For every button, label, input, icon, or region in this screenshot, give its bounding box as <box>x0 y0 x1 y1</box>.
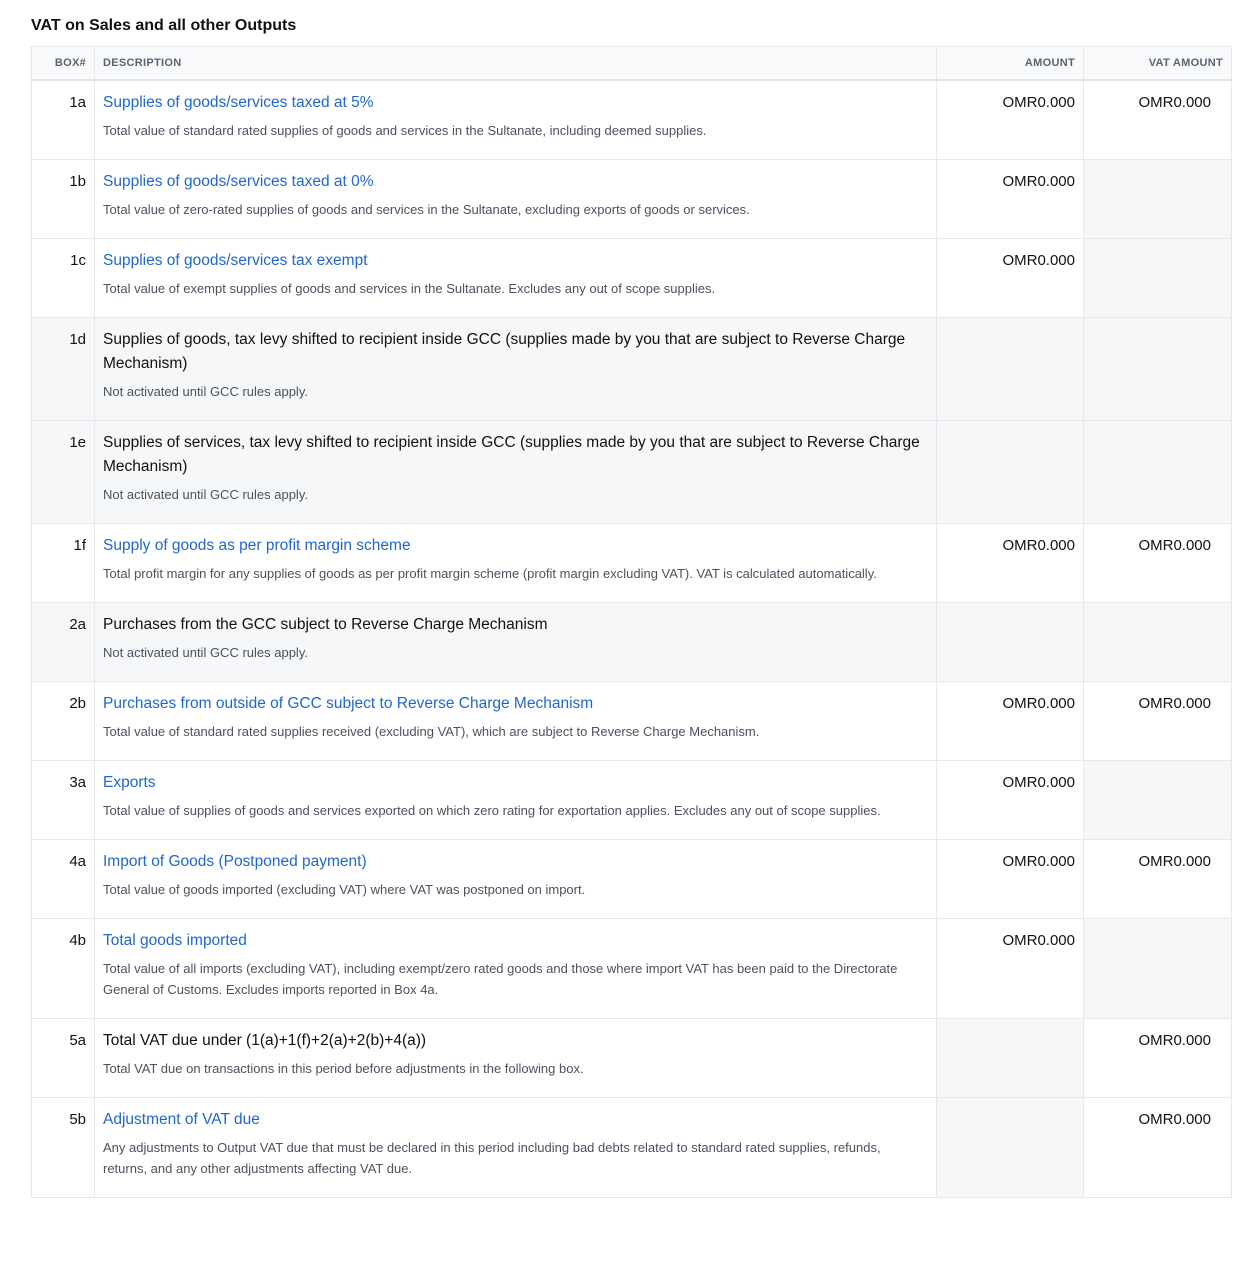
box-number: 1f <box>31 523 95 603</box>
box-help-text: Total value of supplies of goods and ser… <box>103 803 881 818</box>
amount-cell <box>936 1018 1084 1098</box>
description-cell: Purchases from the GCC subject to Revers… <box>94 602 937 682</box>
amount-cell <box>936 1097 1084 1198</box>
box-help-text: Not activated until GCC rules apply. <box>103 645 308 660</box>
box-drilldown-link[interactable]: Purchases from outside of GCC subject to… <box>103 692 928 716</box>
table-row: 3a Exports Total value of supplies of good… <box>31 760 1232 840</box>
table-header-row: BOX# DESCRIPTION AMOUNT VAT AMOUNT <box>31 46 1232 81</box>
vat-amount-cell: OMR0.000 <box>1083 1018 1232 1098</box>
amount-cell: OMR0.000 <box>936 681 1084 761</box>
box-drilldown-link[interactable]: Supplies of goods/services taxed at 5% <box>103 91 928 115</box>
box-number: 1a <box>31 79 95 160</box>
box-number: 4b <box>31 918 95 1019</box>
box-help-text: Total value of standard rated supplies r… <box>103 724 760 739</box>
column-header-vat-amount: VAT AMOUNT <box>1083 46 1232 81</box>
box-drilldown-link[interactable]: Adjustment of VAT due <box>103 1108 928 1132</box>
box-help-text: Total value of goods imported (excluding… <box>103 882 586 897</box>
amount-cell: OMR0.000 <box>936 760 1084 840</box>
vat-amount-cell <box>1083 159 1232 239</box>
amount-cell: OMR0.000 <box>936 918 1084 1019</box>
vat-amount-cell <box>1083 602 1232 682</box>
vat-amount-cell: OMR0.000 <box>1083 79 1232 160</box>
box-number: 2a <box>31 602 95 682</box>
box-number: 3a <box>31 760 95 840</box>
amount-cell: OMR0.000 <box>936 238 1084 318</box>
box-label: Purchases from the GCC subject to Revers… <box>103 616 548 633</box>
box-number: 2b <box>31 681 95 761</box>
description-cell: Total goods imported Total value of all i… <box>94 918 937 1019</box>
column-header-box: BOX# <box>31 46 95 81</box>
box-help-text: Total profit margin for any supplies of … <box>103 566 877 581</box>
box-label: Supplies of goods, tax levy shifted to r… <box>103 331 906 372</box>
table-row: 1b Supplies of goods/services taxed at 0%… <box>31 159 1232 239</box>
box-number: 1c <box>31 238 95 318</box>
box-help-text: Not activated until GCC rules apply. <box>103 384 308 399</box>
box-drilldown-link[interactable]: Supplies of goods/services taxed at 0% <box>103 170 928 194</box>
amount-cell <box>936 317 1084 421</box>
amount-cell: OMR0.000 <box>936 159 1084 239</box>
description-cell: Total VAT due under (1(a)+1(f)+2(a)+2(b)… <box>94 1018 937 1098</box>
box-help-text: Not activated until GCC rules apply. <box>103 487 308 502</box>
box-help-text: Total value of all imports (excluding VA… <box>103 961 898 997</box>
box-number: 4a <box>31 839 95 919</box>
box-number: 1b <box>31 159 95 239</box>
column-header-amount: AMOUNT <box>936 46 1084 81</box>
table-row: 4b Total goods imported Total value of all… <box>31 918 1232 1019</box>
description-cell: Supplies of services, tax levy shifted t… <box>94 420 937 524</box>
box-help-text: Total value of standard rated supplies o… <box>103 123 707 138</box>
vat-amount-cell <box>1083 918 1232 1019</box>
vat-amount-cell <box>1083 420 1232 524</box>
table-row: 1e Supplies of services, tax levy shifted… <box>31 420 1232 524</box>
table-row: 2a Purchases from the GCC subject to Reve… <box>31 602 1232 682</box>
section-title: VAT on Sales and all other Outputs <box>31 17 297 34</box>
table-row: 1f Supply of goods as per profit margin s… <box>31 523 1232 603</box>
amount-cell <box>936 602 1084 682</box>
box-drilldown-link[interactable]: Supply of goods as per profit margin sch… <box>103 534 928 558</box>
description-cell: Supplies of goods/services tax exempt Tot… <box>94 238 937 318</box>
vat-amount-cell <box>1083 238 1232 318</box>
amount-cell: OMR0.000 <box>936 79 1084 160</box>
vat-outputs-table: BOX# DESCRIPTION AMOUNT VAT AMOUNT 1a Sup… <box>31 46 1232 1198</box>
vat-amount-cell <box>1083 317 1232 421</box>
box-label: Total VAT due under (1(a)+1(f)+2(a)+2(b)… <box>103 1032 427 1049</box>
box-help-text: Any adjustments to Output VAT due that m… <box>103 1140 881 1176</box>
box-drilldown-link[interactable]: Supplies of goods/services tax exempt <box>103 249 928 273</box>
table-row: 1c Supplies of goods/services tax exempt T… <box>31 238 1232 318</box>
box-help-text: Total value of zero-rated supplies of go… <box>103 202 750 217</box>
box-help-text: Total value of exempt supplies of goods … <box>103 281 716 296</box>
table-row: 4a Import of Goods (Postponed payment) Tot… <box>31 839 1232 919</box>
box-label: Supplies of services, tax levy shifted t… <box>103 434 920 475</box>
table-row: 1d Supplies of goods, tax levy shifted to… <box>31 317 1232 421</box>
box-drilldown-link[interactable]: Import of Goods (Postponed payment) <box>103 850 928 874</box>
box-drilldown-link[interactable]: Exports <box>103 771 928 795</box>
vat-amount-cell: OMR0.000 <box>1083 523 1232 603</box>
description-cell: Exports Total value of supplies of goods … <box>94 760 937 840</box>
description-cell: Purchases from outside of GCC subject to… <box>94 681 937 761</box>
table-row: 5b Adjustment of VAT due Any adjustments t… <box>31 1097 1232 1198</box>
vat-amount-cell <box>1083 760 1232 840</box>
vat-amount-cell: OMR0.000 <box>1083 681 1232 761</box>
box-number: 5a <box>31 1018 95 1098</box>
vat-amount-cell: OMR0.000 <box>1083 839 1232 919</box>
description-cell: Supplies of goods/services taxed at 0% To… <box>94 159 937 239</box>
description-cell: Supplies of goods/services taxed at 5% To… <box>94 79 937 160</box>
vat-outputs-section: VAT on Sales and all other Outputs BOX# … <box>31 14 1232 1198</box>
description-cell: Import of Goods (Postponed payment) Total… <box>94 839 937 919</box>
box-number: 1d <box>31 317 95 421</box>
table-row: 5a Total VAT due under (1(a)+1(f)+2(a)+2(… <box>31 1018 1232 1098</box>
box-number: 5b <box>31 1097 95 1198</box>
description-cell: Supplies of goods, tax levy shifted to r… <box>94 317 937 421</box>
column-header-description: DESCRIPTION <box>94 46 937 81</box>
amount-cell: OMR0.000 <box>936 523 1084 603</box>
box-help-text: Total VAT due on transactions in this pe… <box>103 1061 584 1076</box>
table-row: 2b Purchases from outside of GCC subject … <box>31 681 1232 761</box>
box-drilldown-link[interactable]: Total goods imported <box>103 929 928 953</box>
amount-cell <box>936 420 1084 524</box>
vat-amount-cell: OMR0.000 <box>1083 1097 1232 1198</box>
amount-cell: OMR0.000 <box>936 839 1084 919</box>
description-cell: Adjustment of VAT due Any adjustments to … <box>94 1097 937 1198</box>
table-row: 1a Supplies of goods/services taxed at 5%… <box>31 79 1232 160</box>
description-cell: Supply of goods as per profit margin sch… <box>94 523 937 603</box>
box-number: 1e <box>31 420 95 524</box>
